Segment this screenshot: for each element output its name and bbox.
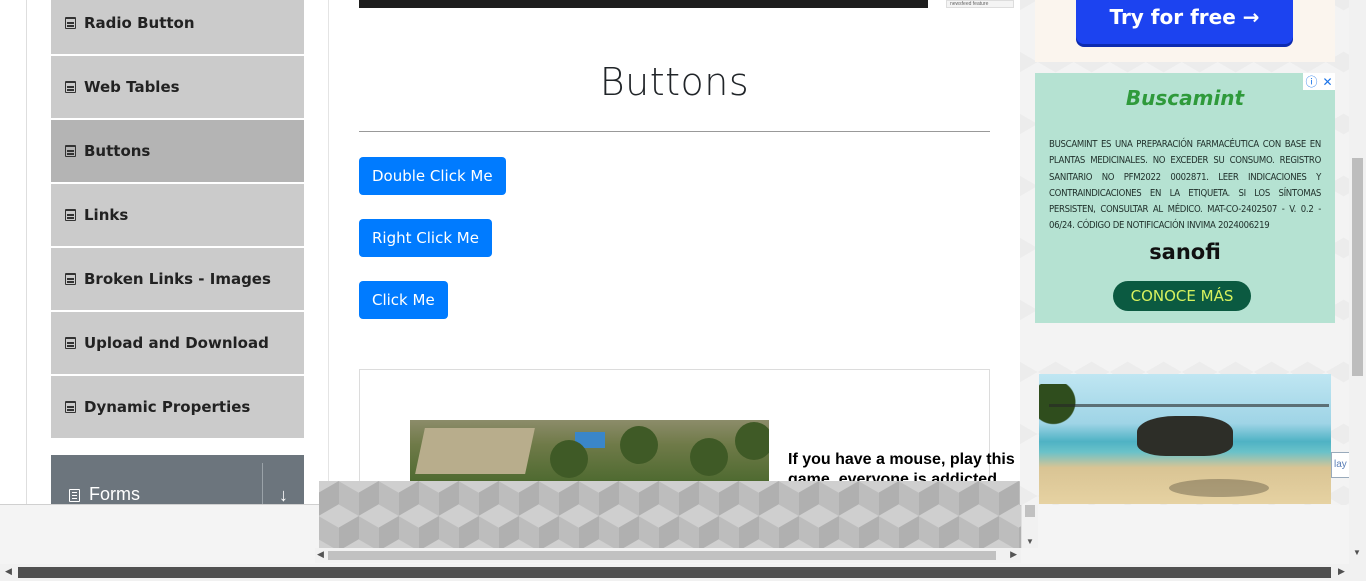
sidebar-group-label: Forms [89, 484, 140, 504]
sidebar-item-buttons[interactable]: Buttons [51, 120, 304, 182]
ad-image-tree [550, 440, 588, 478]
click-me-button[interactable]: Click Me [359, 281, 448, 319]
top-ad-thumbnail[interactable]: newsfeed feature [946, 0, 1014, 8]
page-vertical-scrollbar[interactable]: ▼ [1349, 0, 1366, 564]
double-click-button[interactable]: Double Click Me [359, 157, 506, 195]
game-ad-image[interactable] [410, 420, 769, 482]
page-title: Buttons [599, 60, 750, 104]
ad-image-tree [620, 426, 658, 464]
try-for-free-button[interactable]: Try for free → [1076, 0, 1293, 44]
html5-icon [65, 401, 76, 413]
sidebar-item-label: Radio Button [84, 14, 195, 32]
ad-image-tree [735, 422, 769, 460]
scroll-right-icon[interactable]: ▶ [1010, 549, 1017, 560]
sidebar-item-web-tables[interactable]: Web Tables [51, 56, 304, 118]
sidebar-divider [328, 0, 329, 505]
html5-icon [65, 209, 76, 221]
sidebar-item-label: Buttons [84, 142, 151, 160]
bottom-ad-frame[interactable] [319, 481, 1021, 548]
sidebar-item-broken-links[interactable]: Broken Links - Images [51, 248, 304, 310]
ad-image-rotor [1049, 404, 1329, 407]
ad-image-palm [1039, 384, 1087, 444]
arrow-down-icon[interactable]: ↓ [279, 485, 288, 506]
sidebar-item-dynamic-properties[interactable]: Dynamic Properties [51, 376, 304, 438]
scrollbar-thumb[interactable] [1352, 158, 1363, 376]
document-icon [69, 489, 80, 502]
helicopter-game-ad[interactable] [1039, 374, 1331, 504]
top-ad-thumbnail-text: newsfeed feature [950, 1, 989, 7]
scroll-down-icon[interactable]: ▼ [1353, 548, 1361, 557]
sidebar-item-label: Links [84, 206, 129, 224]
sidebar-item-label: Dynamic Properties [84, 398, 251, 416]
html5-icon [65, 273, 76, 285]
ad-image-tree [690, 438, 728, 476]
ad-image-shadow [1169, 479, 1269, 497]
sidebar-item-label: Broken Links - Images [84, 270, 271, 288]
html5-icon [65, 145, 76, 157]
sidebar-group-forms[interactable]: Forms ↓ [51, 455, 304, 505]
scrollbar-thumb[interactable] [328, 551, 996, 560]
left-gutter [0, 0, 27, 505]
scroll-left-icon[interactable]: ◀ [5, 566, 12, 577]
title-divider [359, 131, 990, 132]
sidebar-item-links[interactable]: Links [51, 184, 304, 246]
buscamint-disclaimer: BUSCAMINT ES UNA PREPARACIÓN FARMACÉUTIC… [1049, 139, 1321, 232]
sanofi-logo: sanofi [1149, 240, 1221, 264]
html5-icon [65, 337, 76, 349]
page-horizontal-scrollbar[interactable]: ◀ ▶ [0, 564, 1366, 581]
sidebar-item-label: Web Tables [84, 78, 180, 96]
scroll-right-icon[interactable]: ▶ [1338, 566, 1345, 577]
buscamint-logo: Buscamint [1125, 86, 1245, 110]
sidebar-item-label: Upload and Download [84, 334, 269, 352]
right-click-button[interactable]: Right Click Me [359, 219, 492, 257]
sidebar-item-upload-download[interactable]: Upload and Download [51, 312, 304, 374]
scroll-left-icon[interactable]: ◀ [317, 549, 324, 560]
sidebar-item-radio-button[interactable]: Radio Button [51, 0, 304, 54]
ad-image-helicopter [1137, 416, 1233, 456]
ad-frame-horizontal-scrollbar[interactable]: ◀ ▶ [315, 548, 1021, 563]
top-video-ad[interactable] [359, 0, 928, 8]
scrollbar-thumb[interactable] [18, 567, 1331, 578]
play-game-edge-link[interactable]: lay g [1331, 452, 1349, 478]
scroll-down-icon[interactable]: ▼ [1026, 537, 1034, 546]
html5-icon [65, 17, 76, 29]
conoce-mas-button[interactable]: CONOCE MÁS [1113, 281, 1251, 311]
page: Radio Button Web Tables Buttons Links Br… [0, 0, 1366, 581]
ad-image-building [415, 428, 535, 474]
html5-icon [65, 81, 76, 93]
group-separator [262, 463, 263, 505]
